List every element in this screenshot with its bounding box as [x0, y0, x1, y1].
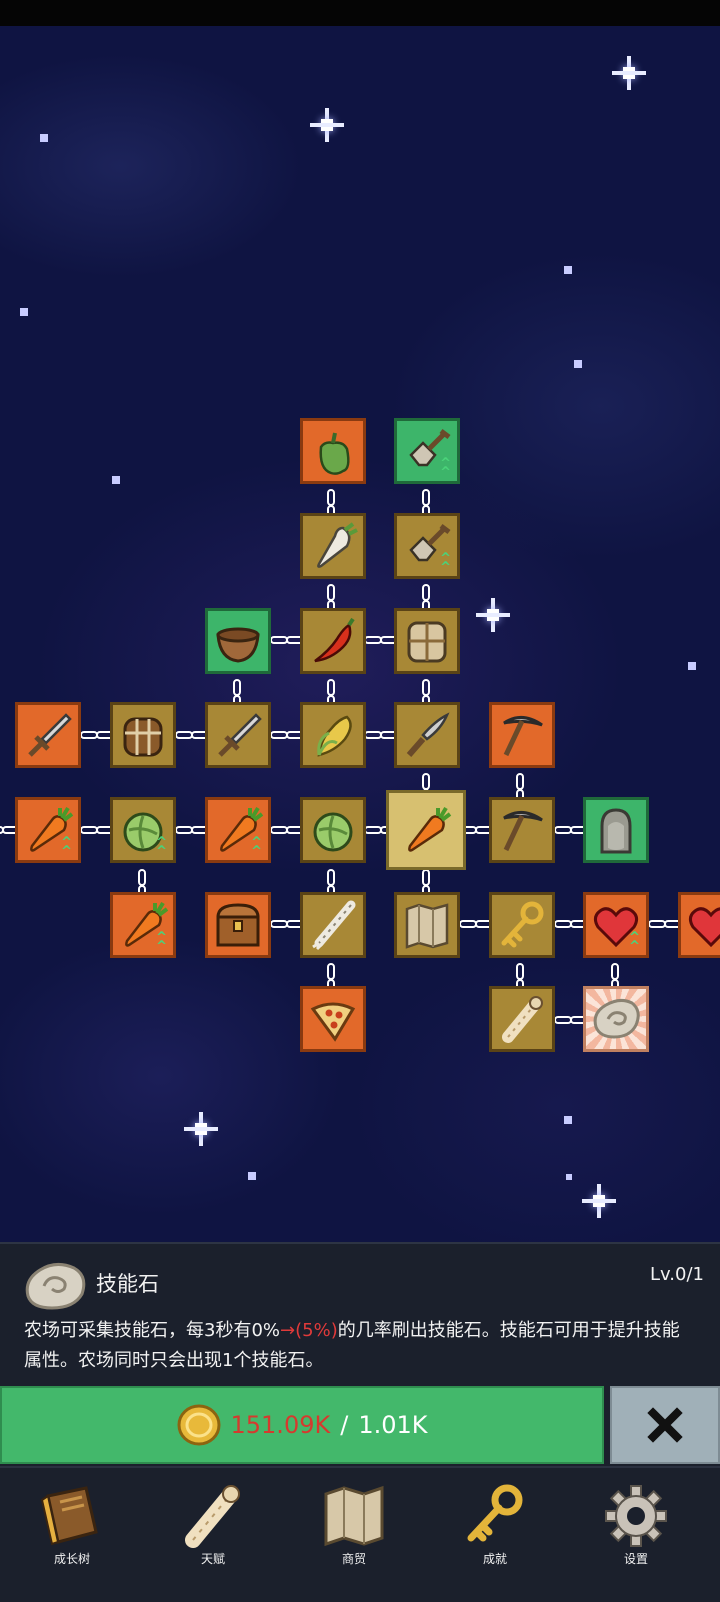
key-icon [501, 901, 544, 948]
skill-tree-area[interactable]: ^ ^ ^ ^ ^ ^ ^ ^ ^ ^ ^ ^ ^ ^ [0, 26, 720, 1266]
node-cabbage-1[interactable]: ^ ^ [110, 797, 176, 863]
cabbage-icon [313, 812, 353, 852]
node-chest[interactable] [205, 892, 271, 958]
node-heart-edge[interactable] [678, 892, 720, 958]
map-icon [405, 903, 449, 949]
node-scroll[interactable] [489, 986, 555, 1052]
node-sack[interactable] [394, 608, 460, 674]
node-sword-orange[interactable] [15, 702, 81, 768]
node-statue[interactable] [583, 797, 649, 863]
nav-talent[interactable]: 天赋 [141, 1474, 285, 1594]
backpack-icon [123, 717, 163, 757]
nav-label: 天赋 [200, 1552, 225, 1566]
skill-description: 农场可采集技能石，每3秒有0%→(5%)的几率刷出技能石。技能石可用于提升技能属… [24, 1320, 680, 1371]
node-carrot-boost-1[interactable]: ^ ^ [15, 797, 81, 863]
leek-icon [312, 900, 356, 951]
scroll-icon [502, 996, 543, 1043]
nav-label: 商贸 [341, 1552, 366, 1566]
upgrade-arrow-icon: ^ ^ [61, 835, 72, 859]
node-pepper[interactable] [300, 418, 366, 484]
pickaxe-icon [503, 811, 543, 852]
pepper-icon [319, 432, 350, 475]
gear-icon [605, 1485, 667, 1547]
coin-icon [177, 1404, 220, 1446]
node-carrot-boost-2[interactable]: ^ ^ [205, 797, 271, 863]
node-heart[interactable]: ^ ^ [583, 892, 649, 958]
nav-settings[interactable]: 设置 [564, 1474, 708, 1594]
upgrade-button[interactable]: 151.09K / 1.01K [0, 1386, 604, 1464]
nav-trade[interactable]: 商贸 [282, 1474, 426, 1594]
node-pickaxe-orange[interactable] [489, 702, 555, 768]
bowl-icon [216, 627, 260, 663]
heart-icon [688, 907, 720, 948]
chili-icon [314, 617, 355, 663]
radish-icon [317, 522, 358, 568]
upgrade-arrow-icon: ^ ^ [440, 456, 451, 480]
node-corn[interactable] [300, 702, 366, 768]
nav-label: 成长树 [53, 1552, 90, 1566]
upgrade-arrow-icon: ^ ^ [156, 930, 167, 954]
bottom-nav: 成长树 天赋 商贸 成就 设置 [0, 1466, 720, 1602]
upgrade-arrow-icon: ^ ^ [440, 551, 451, 575]
knife-icon [406, 712, 450, 757]
pickaxe-icon [503, 716, 543, 757]
nav-label: 成就 [482, 1552, 507, 1566]
coins-owned: 151.09K [230, 1411, 331, 1439]
sword-icon [218, 713, 262, 757]
corn-icon [317, 715, 352, 757]
node-carrot-selected[interactable] [386, 790, 466, 870]
chest-icon [216, 903, 260, 947]
node-knife[interactable] [394, 702, 460, 768]
node-pizza[interactable] [300, 986, 366, 1052]
node-skill-stone[interactable] [583, 986, 649, 1052]
node-cabbage-2[interactable] [300, 797, 366, 863]
cost-separator: / [340, 1411, 349, 1439]
nav-growth-tree[interactable]: 成长树 [0, 1474, 144, 1594]
node-bowl[interactable] [205, 608, 271, 674]
node-backpack[interactable] [110, 702, 176, 768]
nav-achievement[interactable]: 成就 [423, 1474, 567, 1594]
skill-level: Lv.0/1 [650, 1264, 704, 1285]
nav-label: 设置 [623, 1552, 648, 1566]
upgrade-cost: 1.01K [358, 1411, 428, 1439]
sword-icon [28, 713, 72, 757]
node-map[interactable] [394, 892, 460, 958]
stone-icon [25, 1263, 86, 1310]
pizza-icon [310, 1002, 356, 1042]
skill-tree: ^ ^ ^ ^ ^ ^ ^ ^ ^ ^ ^ ^ ^ ^ [0, 26, 720, 1266]
close-icon [647, 1407, 683, 1443]
upgrade-arrow-icon: ^ ^ [629, 930, 640, 954]
map-icon [324, 1485, 384, 1547]
carrot-icon [408, 806, 452, 852]
stone-icon [593, 998, 640, 1039]
scroll-icon [185, 1485, 240, 1548]
upgrade-arrow-icon: ^ ^ [156, 835, 167, 859]
upgrade-arrow-icon: ^ ^ [251, 835, 262, 859]
status-bar [0, 0, 720, 26]
close-button[interactable] [610, 1386, 720, 1464]
node-shovel[interactable]: ^ ^ [394, 513, 460, 579]
statue-icon [600, 808, 632, 854]
skill-title: 技能石 [96, 1272, 159, 1296]
node-chili[interactable] [300, 608, 366, 674]
node-carrot-boost-3[interactable]: ^ ^ [110, 892, 176, 958]
node-pickaxe[interactable] [489, 797, 555, 863]
sack-icon [407, 621, 447, 663]
node-radish[interactable] [300, 513, 366, 579]
node-shovel-green[interactable]: ^ ^ [394, 418, 460, 484]
book-icon [40, 1486, 98, 1546]
node-key[interactable] [489, 892, 555, 958]
key-icon [467, 1484, 523, 1542]
node-leek[interactable] [300, 892, 366, 958]
node-sword[interactable] [205, 702, 271, 768]
